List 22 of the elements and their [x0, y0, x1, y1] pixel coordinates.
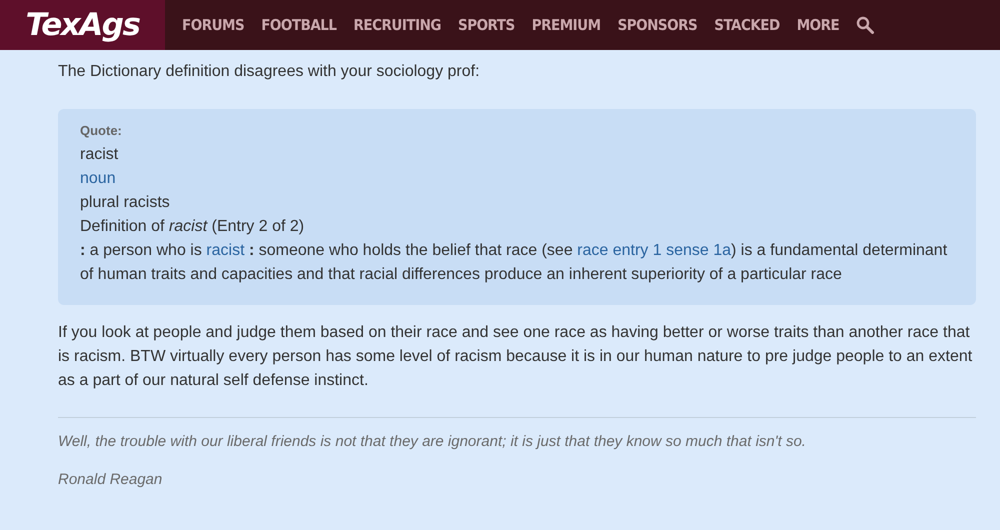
nav-link[interactable]: FORUMS	[182, 16, 244, 34]
definition-text: : a person who is racist : someone who holds the belief that race (see race entry 1 sense 1a) is a fundamental determinant of human traits and capacities and that racial differences produce an inherent superiority of a particular race	[80, 241, 948, 285]
nav-link[interactable]: PREMIUM	[532, 16, 601, 34]
post-text: The Dictionary definition disagrees with your sociology prof:	[58, 62, 481, 82]
quote-text: plural racists	[80, 193, 171, 213]
nav-link[interactable]: STACKED	[714, 16, 780, 34]
search-icon[interactable]	[856, 16, 874, 34]
quote-link[interactable]: noun	[80, 170, 116, 187]
post-text: If you look at people and judge them based on their race and see one race as having better or worse traits than another race that is racism. BTW virtually every person has some level of racism because it is in our human nature to pre judge people to an extent as a part of our natural self defense instinct.	[58, 323, 974, 391]
nav-link[interactable]: SPONSORS	[618, 16, 698, 34]
nav-link[interactable]: SPORTS	[458, 16, 515, 34]
quote-text: Definition of racist (Entry 2 of 2)	[80, 217, 306, 237]
nav-link[interactable]: RECRUITING	[354, 16, 441, 34]
definition-link[interactable]: racist	[206, 242, 245, 259]
signature-text: Ronald Reagan	[58, 470, 164, 490]
signature-text: Well, the trouble with our liberal friends is not that they are ignorant; it is just that they know so much that isn't so.	[58, 432, 807, 452]
quote-label: Quote:	[80, 122, 123, 140]
nav-link[interactable]: FOOTBALL	[261, 16, 336, 34]
definition-link[interactable]: race entry 1 sense 1a	[577, 242, 732, 259]
nav-link[interactable]: MORE	[796, 16, 840, 34]
quote-text: racist	[80, 145, 120, 165]
site-logo[interactable]: TexAgs	[26, 7, 140, 43]
